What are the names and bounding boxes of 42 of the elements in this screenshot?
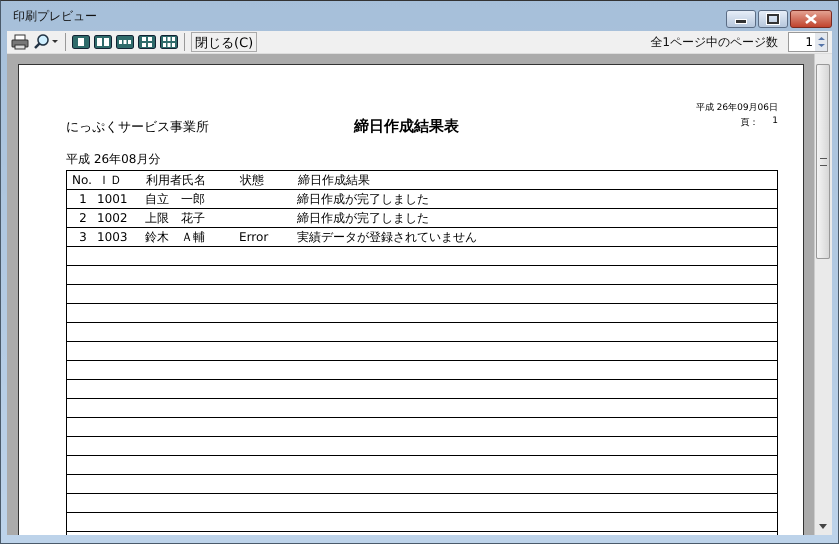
report-title: 締日作成結果表	[354, 117, 459, 136]
column-header: 締日作成結果	[298, 172, 370, 188]
close-preview-button[interactable]: 閉じる(C)	[191, 32, 258, 52]
table-cell-text: 1001	[96, 192, 129, 206]
zoom-icon[interactable]	[33, 34, 59, 50]
page-number-spinner[interactable]: 1	[788, 32, 828, 52]
table-cell-text: 自立 一郎	[145, 190, 206, 208]
table-cell: 締日作成が完了しました	[297, 190, 429, 208]
table-cell-text: 3	[78, 230, 88, 244]
page-layout-icon[interactable]	[160, 35, 178, 49]
maximize-button[interactable]	[758, 10, 788, 28]
close-button[interactable]	[790, 10, 832, 28]
vertical-scrollbar[interactable]	[814, 54, 832, 535]
window-title: 印刷プレビュー	[12, 8, 97, 24]
company-name: にっぷくサービス事業所	[66, 119, 210, 136]
period-label: 平成 26年08月分	[66, 151, 162, 168]
page-layout-icon[interactable]	[138, 35, 156, 49]
page-layout-icon[interactable]	[116, 35, 134, 49]
minimize-button[interactable]	[726, 10, 756, 28]
column-header: 状態	[240, 172, 265, 188]
table-cell: 締日作成が完了しました	[297, 210, 429, 226]
scroll-down-arrow-icon[interactable]	[819, 524, 827, 529]
print-date: 平成 26年09月06日	[696, 102, 778, 114]
page-label: 頁：	[740, 117, 758, 129]
page-layout-icon[interactable]	[72, 35, 90, 49]
column-header: No.	[71, 173, 92, 187]
table-cell-text: 1	[78, 192, 88, 206]
scroll-thumb[interactable]	[816, 64, 830, 259]
table-cell-text: 1002	[96, 211, 129, 225]
table-cell-text: 上限 花子	[145, 210, 206, 226]
table-cell-text: Error	[239, 230, 270, 244]
table-cell-text: 1003	[96, 230, 129, 244]
table-cell-text: 鈴木 Ａ輔	[145, 228, 206, 246]
column-header: 利用者氏名	[146, 172, 207, 188]
printer-icon[interactable]	[11, 34, 29, 50]
page-layout-icon[interactable]	[94, 35, 112, 49]
table-cell: 実績データが登録されていません	[297, 228, 477, 246]
page-count-label: 全1ページ中のページ数	[650, 34, 778, 50]
page-number: 1	[772, 116, 778, 128]
column-header: ＩＤ	[97, 172, 123, 188]
table-cell-text: 2	[78, 211, 88, 225]
close-icon[interactable]	[804, 14, 818, 24]
